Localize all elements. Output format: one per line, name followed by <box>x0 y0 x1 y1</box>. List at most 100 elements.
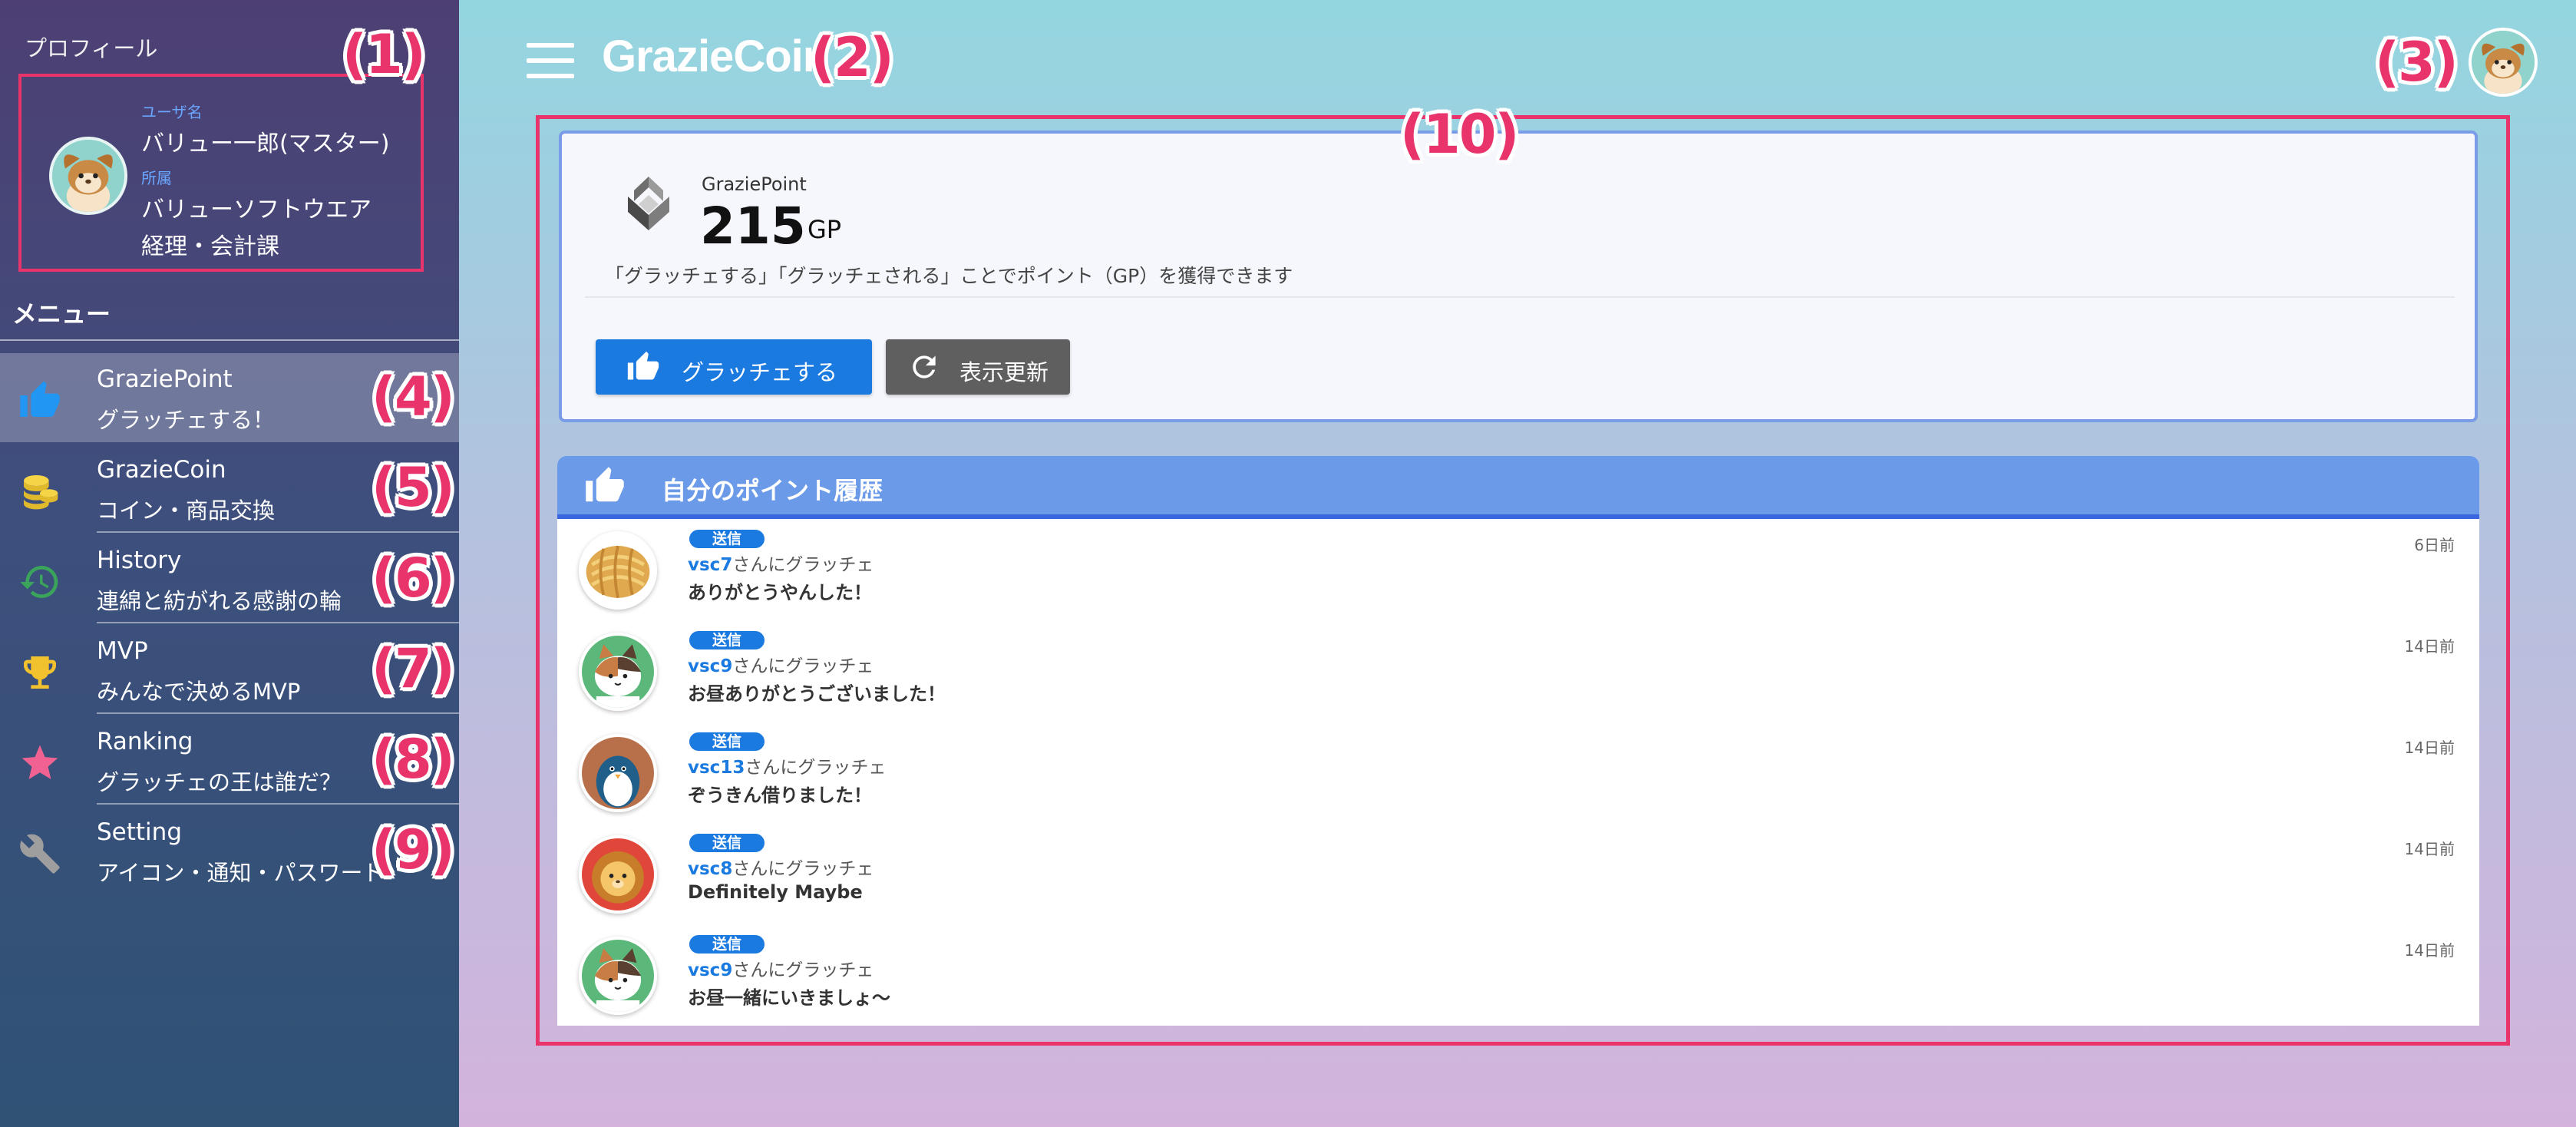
grazie-button[interactable]: グラッチェする <box>596 339 872 395</box>
recipient-user-link[interactable]: vsc13 <box>688 758 745 778</box>
history-message: Definitely Maybe <box>688 881 863 903</box>
history-timestamp: 6日前 <box>2414 536 2455 554</box>
sidebar-item-divider <box>97 622 459 623</box>
annotation-label-2: (2) <box>811 26 894 89</box>
sidebar-item-title: GrazieCoin <box>97 456 226 484</box>
refresh-icon <box>907 350 941 384</box>
history-icon <box>18 560 61 603</box>
star-icon <box>18 742 61 785</box>
grazie-button-label: グラッチェする <box>682 359 838 385</box>
penguin-avatar[interactable] <box>579 734 657 812</box>
sidebar-item-title: GraziePoint <box>97 365 233 393</box>
annotation-label-8: (8) <box>372 728 455 791</box>
graziepoint-value: 215 <box>700 197 806 256</box>
department-name: 経理・会計課 <box>141 233 279 260</box>
trophy-icon <box>18 651 61 694</box>
annotation-label-9: (9) <box>372 818 455 881</box>
recipient-suffix: さんにグラッチェ <box>732 656 874 676</box>
card-divider <box>585 296 2455 298</box>
thumbs-up-icon <box>583 465 626 507</box>
sidebar-item-divider <box>97 531 459 533</box>
history-recipient: vsc9さんにグラッチェ <box>688 651 874 677</box>
sidebar-item-divider <box>97 803 459 805</box>
annotation-label-5: (5) <box>372 456 455 519</box>
sidebar-item-subtitle: グラッチェの王は誰だ？ <box>97 769 342 795</box>
history-row: 送信 vsc9さんにグラッチェ お昼ありがとうございました！ 14日前 <box>557 620 2479 722</box>
history-row: 送信 vsc7さんにグラッチェ ありがとうやんした！ 6日前 <box>557 519 2479 620</box>
sidebar-item-subtitle: グラッチェする！ <box>97 407 276 433</box>
recipient-suffix: さんにグラッチェ <box>745 758 887 778</box>
graziepoint-logo-icon <box>622 175 675 232</box>
sidebar-item-title: History <box>97 547 182 574</box>
graziepoint-unit: GP <box>807 215 842 244</box>
history-row: 送信 vsc9さんにグラッチェ お昼一緒にいきましょ〜 14日前 <box>557 924 2479 1026</box>
history-timestamp: 14日前 <box>2404 941 2455 960</box>
history-timestamp: 14日前 <box>2404 840 2455 858</box>
recipient-user-link[interactable]: vsc9 <box>688 960 732 980</box>
history-recipient: vsc8さんにグラッチェ <box>688 854 874 880</box>
calico-cat-avatar[interactable] <box>579 937 657 1015</box>
history-recipient: vsc7さんにグラッチェ <box>688 550 874 576</box>
status-badge: 送信 <box>689 631 765 649</box>
graziepoint-description: 「グラッチェする」「グラッチェされる」ことでポイント（GP）を獲得できます <box>605 265 1293 287</box>
status-badge: 送信 <box>689 530 765 548</box>
status-badge: 送信 <box>689 935 765 953</box>
recipient-suffix: さんにグラッチェ <box>732 859 874 879</box>
sidebar-item-divider <box>97 712 459 714</box>
sidebar-item-subtitle: 連綿と紡がれる感謝の輪 <box>97 588 342 614</box>
status-badge: 送信 <box>689 834 765 852</box>
history-recipient: vsc13さんにグラッチェ <box>688 752 886 778</box>
profile-box[interactable]: ユーザ名 バリュー一郎(マスター) 所属 バリューソフトウエア 経理・会計課 <box>18 74 424 272</box>
hamburger-menu-icon[interactable] <box>527 43 574 78</box>
graziepoint-card: GraziePoint 215 GP 「グラッチェする」「グラッチェされる」こと… <box>559 131 2478 422</box>
squirrel-avatar <box>49 137 127 215</box>
recipient-user-link[interactable]: vsc8 <box>688 859 732 879</box>
calico-cat-avatar[interactable] <box>579 633 657 711</box>
username-label: ユーザ名 <box>141 103 203 121</box>
annotation-label-7: (7) <box>372 637 455 700</box>
thumbs-up-icon <box>626 350 660 384</box>
menu-divider <box>0 339 459 341</box>
history-message: お昼ありがとうございました！ <box>688 683 946 705</box>
annotation-label-6: (6) <box>372 547 455 610</box>
history-message: お昼一緒にいきましょ〜 <box>688 987 890 1009</box>
wrench-icon <box>18 832 61 875</box>
history-message: ありがとうやんした！ <box>688 582 872 603</box>
coin-stack-icon <box>18 470 61 513</box>
history-row: 送信 vsc8さんにグラッチェ Definitely Maybe 14日前 <box>557 823 2479 924</box>
thumbs-up-icon <box>18 379 61 422</box>
graziepoint-label: GraziePoint <box>702 174 807 195</box>
recipient-user-link[interactable]: vsc9 <box>688 656 732 676</box>
point-history-panel: 自分のポイント履歴 送信 vsc7さんにグラッチェ ありがとうやんした！ 6日前 <box>557 456 2479 1026</box>
profile-heading: プロフィール <box>25 35 158 61</box>
menu-heading: メニュー <box>12 299 111 329</box>
recipient-suffix: さんにグラッチェ <box>732 555 874 575</box>
history-recipient: vsc9さんにグラッチェ <box>688 955 874 981</box>
lion-avatar[interactable] <box>579 835 657 914</box>
status-badge: 送信 <box>689 732 765 751</box>
bread-avatar[interactable] <box>579 531 657 610</box>
user-avatar-button[interactable] <box>2469 28 2538 97</box>
sidebar-item-subtitle: アイコン・通知・パスワード <box>97 860 385 886</box>
annotation-label-10: (10) <box>1400 103 1519 166</box>
annotation-label-3: (3) <box>2375 31 2459 94</box>
username: バリュー一郎(マスター) <box>141 131 390 157</box>
history-message: ぞうきん借りました！ <box>688 785 872 806</box>
recipient-suffix: さんにグラッチェ <box>732 960 874 980</box>
recipient-user-link[interactable]: vsc7 <box>688 555 732 575</box>
company-name: バリューソフトウエア <box>141 197 372 223</box>
history-timestamp: 14日前 <box>2404 739 2455 757</box>
sidebar-item-title: Ranking <box>97 728 193 755</box>
app-title: GrazieCoin <box>602 31 830 81</box>
main-area: GrazieCoin GraziePoint 215 GP 「グラッチェする」「… <box>459 0 2576 1127</box>
refresh-button[interactable]: 表示更新 <box>886 339 1070 395</box>
refresh-button-label: 表示更新 <box>959 359 1049 385</box>
affiliation-label: 所属 <box>141 169 172 187</box>
sidebar-item-subtitle: コイン・商品交換 <box>97 497 276 524</box>
point-history-title: 自分のポイント履歴 <box>662 476 883 505</box>
sidebar-item-title: Setting <box>97 818 182 846</box>
history-timestamp: 14日前 <box>2404 637 2455 656</box>
point-history-header: 自分のポイント履歴 <box>557 456 2479 519</box>
sidebar-item-subtitle: みんなで決めるMVP <box>97 679 301 705</box>
history-row: 送信 vsc13さんにグラッチェ ぞうきん借りました！ 14日前 <box>557 722 2479 823</box>
